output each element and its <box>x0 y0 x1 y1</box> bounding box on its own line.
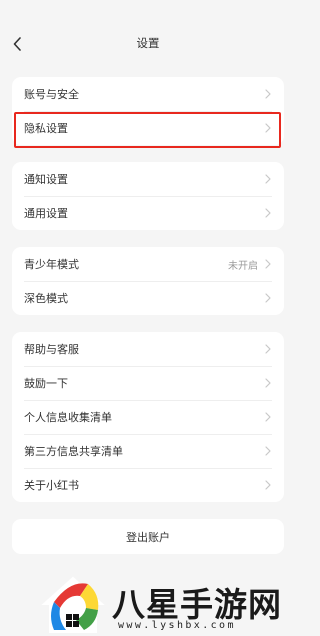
settings-item-dark-mode[interactable]: 深色模式 <box>12 281 284 315</box>
chevron-right-icon <box>264 123 272 133</box>
settings-item-label: 第三方信息共享清单 <box>24 445 123 458</box>
watermark-brand: 八星手游网 <box>112 585 282 624</box>
settings-item-account-security[interactable]: 账号与安全 <box>12 77 284 111</box>
chevron-right-icon <box>264 344 272 354</box>
chevron-right-icon <box>264 89 272 99</box>
chevron-right-icon <box>264 412 272 422</box>
settings-item-about[interactable]: 关于小红书 <box>12 468 284 502</box>
settings-item-help[interactable]: 帮助与客服 <box>12 332 284 366</box>
settings-item-general[interactable]: 通用设置 <box>12 196 284 230</box>
settings-item-personal-info-list[interactable]: 个人信息收集清单 <box>12 400 284 434</box>
chevron-right-icon <box>264 208 272 218</box>
chevron-right-icon <box>264 293 272 303</box>
chevron-right-icon <box>264 446 272 456</box>
logout-button[interactable]: 登出账户 <box>12 519 284 554</box>
settings-item-label: 帮助与客服 <box>24 343 79 356</box>
watermark-url: www.lyshbx.com <box>118 620 236 631</box>
settings-item-notifications[interactable]: 通知设置 <box>12 162 284 196</box>
watermark: 八星手游网 www.lyshbx.com <box>0 568 296 636</box>
chevron-right-icon <box>264 480 272 490</box>
settings-group-modes: 青少年模式 未开启 深色模式 <box>12 247 284 315</box>
settings-item-label: 隐私设置 <box>24 122 68 135</box>
page-title: 设置 <box>136 36 160 50</box>
settings-item-teen-mode[interactable]: 青少年模式 未开启 <box>12 247 284 281</box>
settings-group-notifications: 通知设置 通用设置 <box>12 162 284 230</box>
settings-item-label: 账号与安全 <box>24 88 79 101</box>
settings-item-third-party-list[interactable]: 第三方信息共享清单 <box>12 434 284 468</box>
teen-mode-status: 未开启 <box>228 260 258 272</box>
chevron-right-icon <box>264 378 272 388</box>
settings-item-label: 通知设置 <box>24 173 68 186</box>
settings-group-help: 帮助与客服 鼓励一下 个人信息收集清单 第三方信息共享清单 关于小红书 <box>12 332 284 502</box>
settings-item-label: 通用设置 <box>24 207 68 220</box>
chevron-right-icon <box>264 259 272 269</box>
chevron-right-icon <box>264 174 272 184</box>
settings-item-label: 关于小红书 <box>24 479 79 492</box>
settings-item-label: 深色模式 <box>24 292 68 305</box>
settings-item-label: 鼓励一下 <box>24 377 68 390</box>
settings-item-label: 青少年模式 <box>24 258 79 271</box>
settings-item-label: 个人信息收集清单 <box>24 411 112 424</box>
brand-logo-icon <box>41 576 105 633</box>
settings-item-privacy[interactable]: 隐私设置 <box>12 111 284 145</box>
settings-group-account: 账号与安全 隐私设置 <box>12 77 284 145</box>
settings-item-encourage[interactable]: 鼓励一下 <box>12 366 284 400</box>
